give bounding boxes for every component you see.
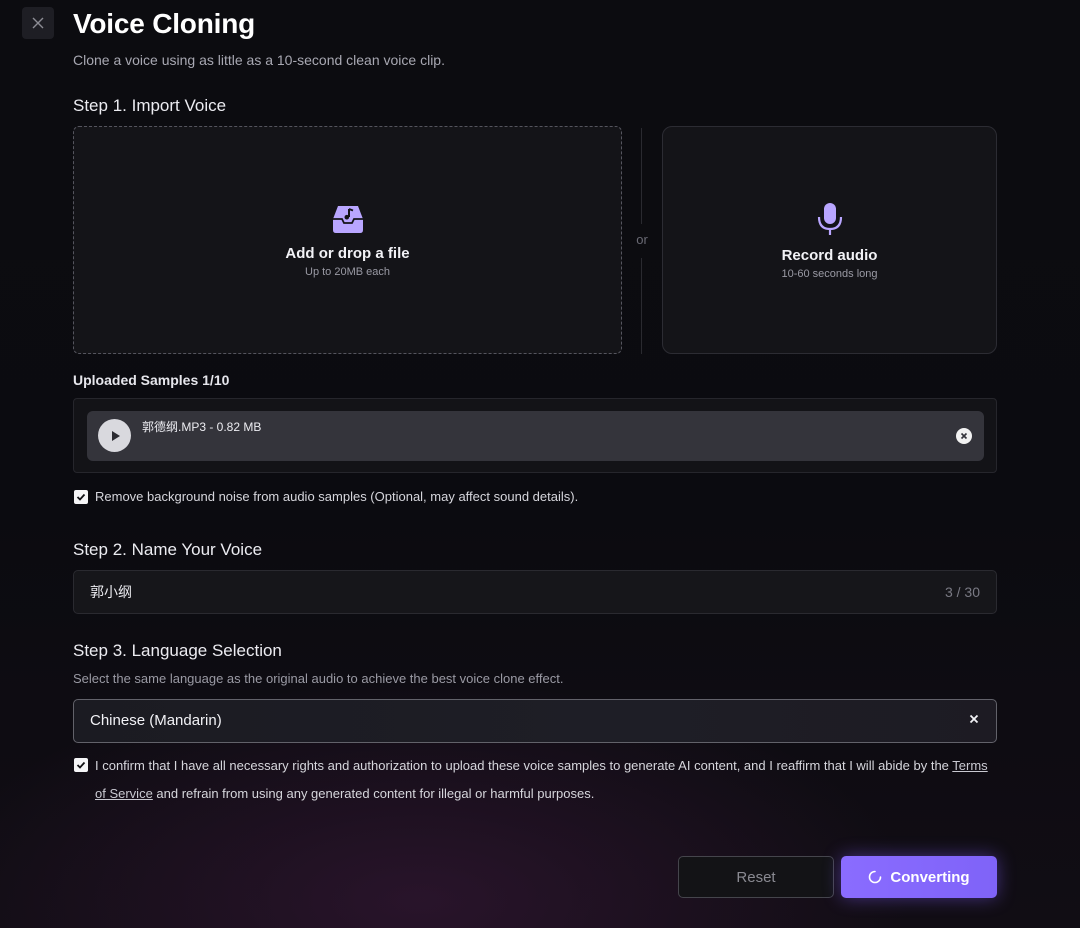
terms-confirm-text: I confirm that I have all necessary righ… (95, 752, 995, 808)
record-audio-button[interactable]: Record audio 10-60 seconds long (662, 126, 997, 354)
or-separator: or (636, 232, 648, 247)
play-button[interactable] (98, 419, 131, 452)
voice-name-input[interactable] (90, 571, 910, 613)
divider (641, 128, 642, 224)
close-icon (32, 17, 44, 29)
loading-spinner-icon (869, 870, 882, 884)
noise-removal-label: Remove background noise from audio sampl… (95, 489, 579, 504)
step2-title: Step 2. Name Your Voice (73, 540, 263, 559)
page-subtitle: Clone a voice using as little as a 10-se… (73, 52, 445, 68)
convert-label: Converting (890, 868, 970, 886)
sample-item: 郭德纲.MP3 - 0.82 MB (87, 411, 984, 461)
close-icon (960, 432, 968, 440)
terms-confirm-checkbox[interactable] (74, 758, 88, 772)
convert-button[interactable]: Converting (841, 856, 997, 898)
terms-text-before: I confirm that I have all necessary righ… (95, 758, 953, 773)
selected-language: Chinese (Mandarin) (90, 712, 222, 729)
page-title: Voice Cloning (73, 8, 255, 39)
remove-sample-button[interactable] (956, 428, 972, 444)
play-icon (111, 430, 120, 441)
reset-button[interactable]: Reset (678, 856, 834, 898)
uploaded-samples-title: Uploaded Samples 1/10 (73, 372, 230, 388)
step1-title: Step 1. Import Voice (73, 96, 227, 115)
language-hint: Select the same language as the original… (73, 671, 564, 686)
uploaded-samples-list: 郭德纲.MP3 - 0.82 MB (73, 398, 997, 473)
file-inbox-music-icon (332, 205, 363, 233)
noise-removal-checkbox[interactable] (74, 490, 88, 504)
record-label: Record audio (781, 246, 878, 264)
file-drop-zone[interactable]: Add or drop a file Up to 20MB each (73, 126, 622, 354)
sample-file-name: 郭德纲.MP3 - 0.82 MB (142, 420, 262, 434)
close-button[interactable] (22, 7, 54, 39)
check-icon (76, 493, 86, 501)
step3-title: Step 3. Language Selection (73, 641, 282, 660)
check-icon (76, 761, 86, 769)
terms-text-after: and refrain from using any generated con… (152, 786, 595, 801)
char-counter: 3 / 30 (944, 584, 980, 600)
record-hint: 10-60 seconds long (781, 267, 878, 280)
clear-icon[interactable] (968, 713, 980, 725)
upload-label: Add or drop a file (285, 244, 410, 262)
language-select[interactable]: Chinese (Mandarin) (73, 699, 997, 743)
upload-hint: Up to 20MB each (305, 265, 390, 278)
voice-name-field: 3 / 30 (73, 570, 997, 614)
divider (641, 258, 642, 354)
microphone-icon (817, 202, 842, 235)
